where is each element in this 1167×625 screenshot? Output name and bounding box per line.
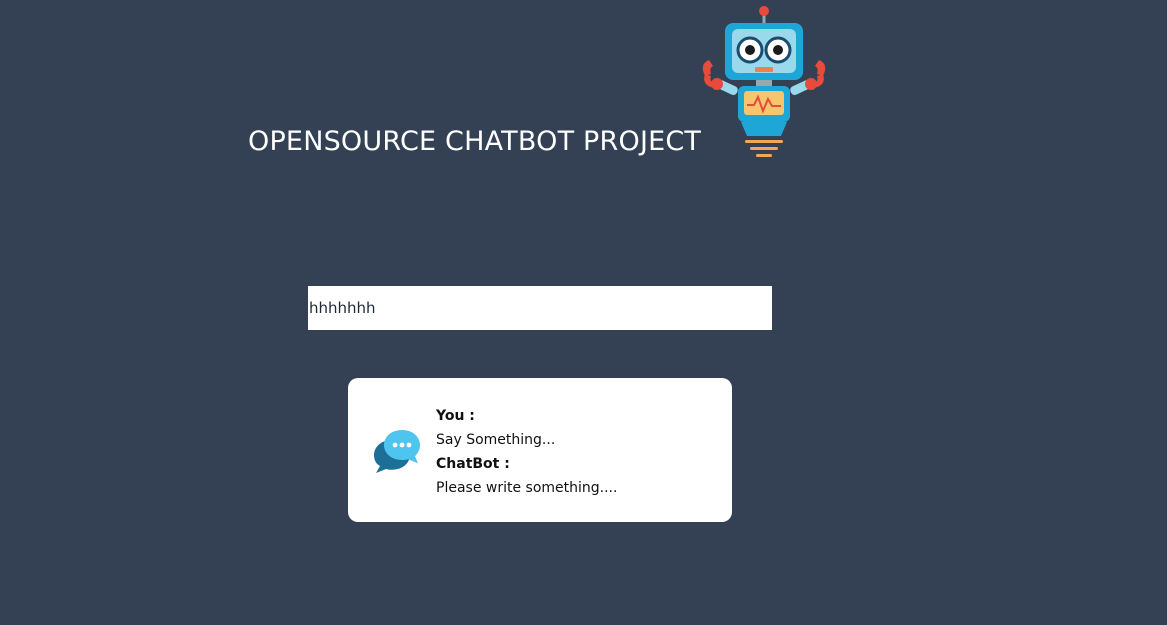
message-input[interactable] [308, 286, 772, 330]
chat-bubbles-icon [374, 430, 420, 473]
robot-icon [702, 6, 826, 157]
chat-card: You : Say Something... ChatBot : Please … [348, 378, 732, 522]
page-title: OPENSOURCE CHATBOT PROJECT [248, 126, 702, 157]
bot-message: Please write something.... [436, 480, 618, 496]
user-message: Say Something... [436, 432, 556, 448]
chat-messages: You : Say Something... ChatBot : Please … [436, 404, 617, 500]
bot-label: ChatBot : [436, 456, 510, 472]
page: OPENSOURCE CHATBOT PROJECT hhhhhhh You:… [0, 0, 1167, 625]
user-label: You : [436, 408, 475, 424]
